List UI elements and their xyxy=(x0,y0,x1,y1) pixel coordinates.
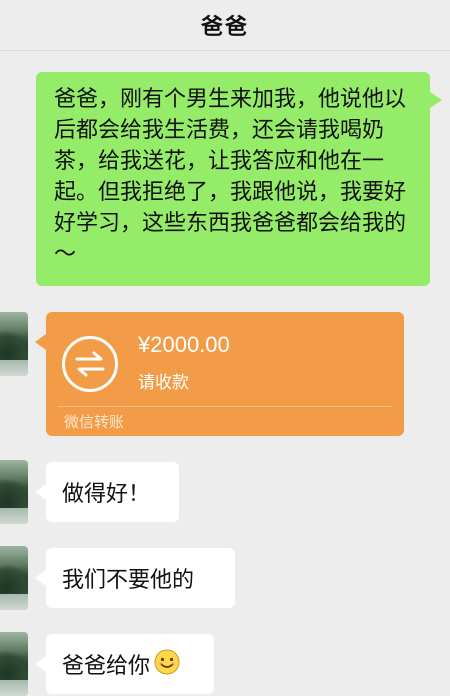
avatar[interactable] xyxy=(0,312,28,376)
outgoing-message[interactable]: 爸爸，刚有个男生来加我，他说他以后都会给我生活费，还会请我喝奶茶，给我送花，让我… xyxy=(36,72,442,286)
incoming-message-text: 我们不要他的 xyxy=(62,568,195,593)
chat-header: 爸爸 xyxy=(0,0,450,51)
avatar[interactable] xyxy=(0,546,28,610)
outgoing-message-text: 爸爸，刚有个男生来加我，他说他以后都会给我生活费，还会请我喝奶茶，给我送花，让我… xyxy=(54,87,407,267)
chat-title: 爸爸 xyxy=(200,15,249,40)
transfer-status: 请收款 xyxy=(138,373,189,393)
incoming-message-text: 爸爸给你 xyxy=(62,654,151,679)
incoming-message[interactable]: 做得好！ xyxy=(35,462,179,522)
transfer-divider xyxy=(58,406,392,407)
smiley-icon xyxy=(154,649,180,679)
transfer-footer: 微信转账 xyxy=(64,413,125,431)
incoming-message[interactable]: 我们不要他的 xyxy=(35,548,235,608)
transfer-arrows-icon xyxy=(62,336,118,392)
transfer-amount: ¥2000.00 xyxy=(138,332,230,357)
transfer-card[interactable]: ¥2000.00 请收款 微信转账 xyxy=(35,312,404,436)
avatar[interactable] xyxy=(0,460,28,524)
incoming-message-text: 做得好！ xyxy=(62,482,151,507)
avatar[interactable] xyxy=(0,632,28,696)
incoming-message[interactable]: 爸爸给你 xyxy=(35,634,214,694)
